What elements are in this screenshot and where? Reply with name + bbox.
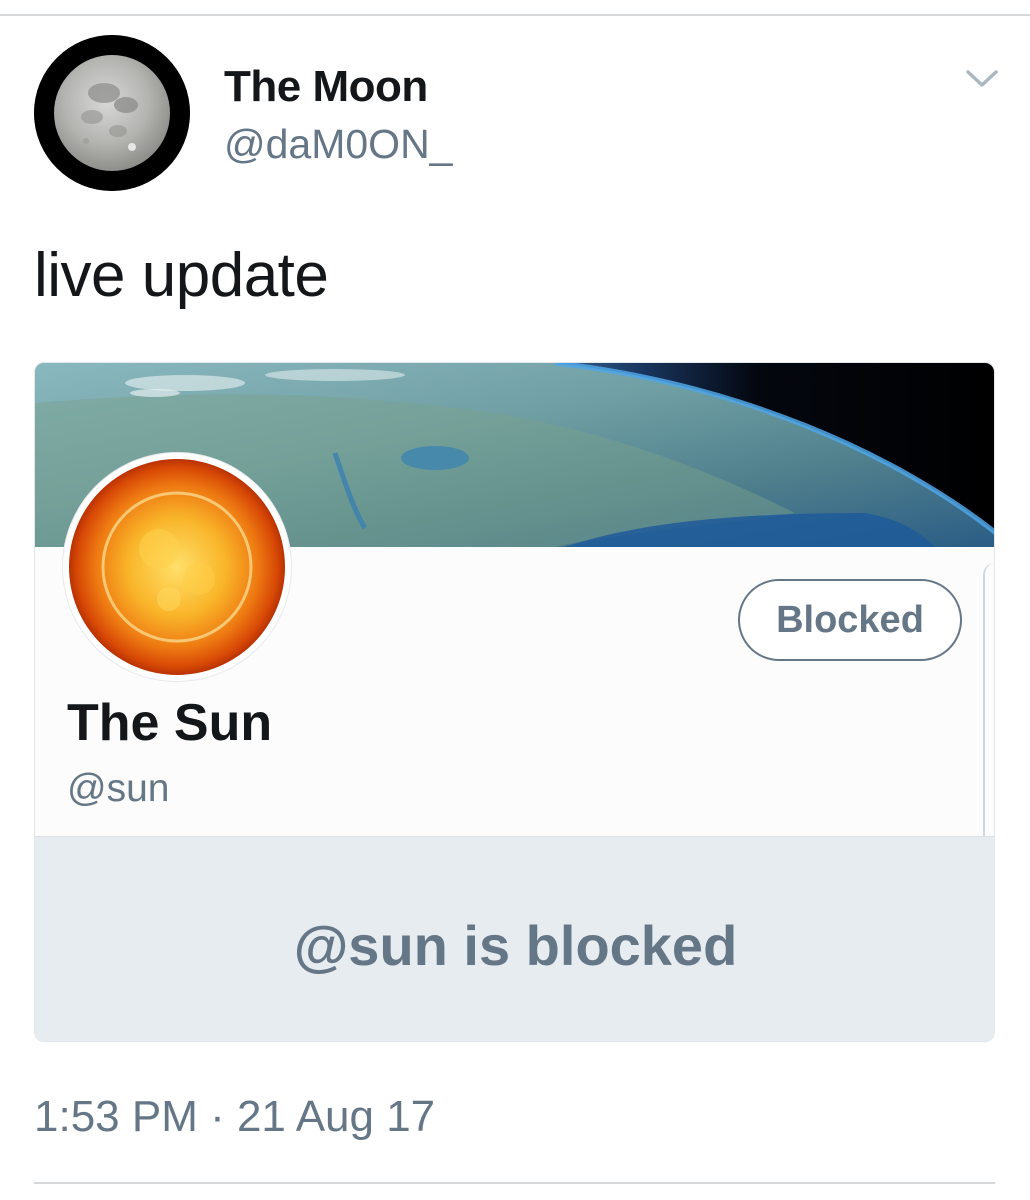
blocked-notice: @sun is blocked [35,836,994,1041]
tweet-detail-page: The Moon @daM0ON_ live update Blocked Th… [0,0,1030,1200]
blocked-notice-text: @sun is blocked [293,914,738,977]
author-handle[interactable]: @daM0ON_ [224,121,452,168]
author-avatar[interactable] [34,35,190,191]
profile-handle[interactable]: @sun [67,767,169,811]
blocked-button[interactable]: Blocked [738,579,962,661]
chevron-down-icon[interactable] [960,60,1004,96]
profile-name[interactable]: The Sun [67,693,272,753]
tweet-timestamp: 1:53 PM · 21 Aug 17 [34,1092,436,1141]
moon-avatar-icon [34,35,190,191]
bottom-divider [34,1182,995,1184]
top-divider [0,14,1030,16]
author-name[interactable]: The Moon [224,62,428,112]
card-scrollbar[interactable] [983,563,994,879]
tweet-text: live update [34,241,329,310]
profile-avatar[interactable] [63,453,291,681]
embedded-profile-card[interactable]: Blocked The Sun @sun @sun is blocked [34,362,995,1042]
sun-avatar-icon [69,459,285,675]
